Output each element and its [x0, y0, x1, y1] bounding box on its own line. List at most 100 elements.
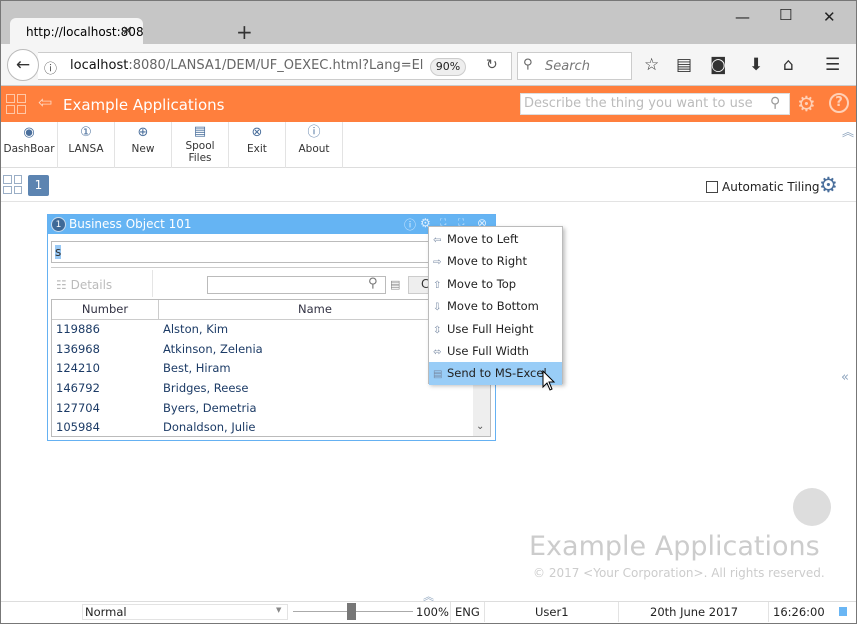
zoom-value: 100% — [416, 605, 449, 619]
date: 20th June 2017 — [650, 605, 739, 619]
menu-item-label: Use Full Width — [447, 343, 529, 358]
toolbar-label: DashBoar — [3, 143, 55, 155]
menu-item-icon: ⇦ — [433, 235, 442, 246]
menu-item-use-full-height[interactable]: ⇳ Use Full Height — [429, 318, 562, 340]
menu-item-label: Send to MS-Excel — [447, 366, 547, 381]
table-row[interactable]: 119886 Alston, Kim — [52, 320, 490, 340]
scroll-down-icon[interactable]: ⌄ — [476, 421, 484, 432]
url-host: localhost — [70, 58, 129, 73]
menu-item-use-full-width[interactable]: ⬄ Use Full Width — [429, 340, 562, 362]
business-object-search-input[interactable]: s — [51, 241, 491, 263]
menu-item-icon: ▤ — [433, 369, 443, 381]
table-row[interactable]: 127704 Byers, Demetria — [52, 399, 490, 419]
automatic-tiling-label[interactable]: Automatic Tiling — [722, 180, 820, 194]
zoom-badge[interactable]: 90% — [430, 58, 466, 76]
watermark-copyright: © 2017 <Your Corporation>. All rights re… — [533, 566, 825, 580]
toolbar-exit[interactable]: ⊗ Exit — [229, 122, 286, 168]
menu-item-label: Use Full Height — [447, 321, 534, 336]
new-tab-button[interactable]: + — [236, 20, 253, 44]
menu-icon[interactable]: ☰ — [825, 55, 840, 75]
info-icon[interactable]: ⓘ — [44, 58, 57, 77]
table-row[interactable]: 136968 Atkinson, Zelenia — [52, 340, 490, 360]
results-grid: Number Name 119886 Alston, Kim 136968 Atkin… — [51, 299, 491, 437]
details-button[interactable]: ☷ Details — [56, 278, 112, 292]
close-window-button[interactable]: ✕ — [823, 8, 836, 26]
url-path: :8080/LANSA1/DEM/UF_OEXEC.html?Lang=El — [128, 58, 424, 73]
toolbar-spool-files[interactable]: ▤ Spool Files — [172, 122, 229, 168]
time: 16:26:00 — [773, 605, 825, 619]
details-label: Details — [70, 278, 113, 292]
toolbar-dashboard[interactable]: ◉ DashBoar — [1, 122, 58, 168]
back-arrow-icon[interactable]: ⇦ — [38, 93, 52, 113]
app-title: Example Applications — [63, 96, 225, 114]
instance-badge[interactable]: 1 — [28, 175, 49, 196]
help-icon[interactable]: ⓘ — [404, 216, 416, 233]
back-button[interactable]: ← — [7, 49, 39, 81]
search-value: s — [55, 245, 62, 259]
bookmark-star-icon[interactable]: ☆ — [644, 55, 659, 75]
menu-item-icon: ⬄ — [433, 346, 442, 358]
cell-number: 136968 — [56, 341, 100, 356]
watermark-title: Example Applications — [529, 531, 820, 562]
menu-item-move-to-bottom[interactable]: ⇩ Move to Bottom — [429, 295, 562, 317]
toolbar-about[interactable]: ⓘ About — [286, 122, 343, 168]
info-icon: ⓘ — [307, 125, 321, 140]
menu-item-label: Move to Bottom — [447, 299, 539, 314]
menu-item-label: Move to Left — [447, 232, 519, 246]
print-icon[interactable]: ▤ — [390, 278, 400, 291]
automatic-tiling-checkbox[interactable] — [706, 181, 718, 193]
toolbar-label: About — [298, 143, 330, 155]
cell-name: Bridges, Reese — [163, 381, 249, 396]
app-grid-icon[interactable] — [6, 94, 26, 114]
divider — [51, 267, 491, 268]
business-object-number-icon: 1 — [51, 217, 66, 232]
search-icon[interactable]: ⚲ — [770, 95, 780, 111]
toolbar-label: Exit — [247, 143, 267, 155]
cell-number: 105984 — [56, 420, 100, 435]
table-row[interactable]: 124210 Best, Hiram — [52, 359, 490, 379]
menu-item-move-to-left[interactable]: ⇦ Move to Left — [429, 228, 562, 250]
menu-item-label: Move to Right — [447, 254, 527, 269]
menu-item-icon: ⇧ — [433, 279, 442, 291]
settings-gear-icon[interactable]: ⚙ — [797, 92, 816, 116]
dropdown-arrow-icon[interactable]: ▼ — [276, 606, 281, 614]
pocket-icon[interactable]: ◙ — [710, 55, 727, 75]
tile-grid-icon[interactable] — [3, 175, 22, 194]
url-text[interactable]: localhost:8080/LANSA1/DEM/UF_OEXEC.html?… — [70, 58, 423, 73]
menu-item-move-to-right[interactable]: ⇨ Move to Right — [429, 250, 562, 272]
cell-name: Alston, Kim — [163, 322, 229, 336]
table-row[interactable]: 146792 Bridges, Reese — [52, 379, 490, 399]
app-toolbar: ◉ DashBoar ① LANSA ⊕ New ▤ Spool Files ⊗ Exit… — [1, 122, 856, 168]
status-indicator — [839, 607, 847, 616]
grid-search-input[interactable] — [207, 276, 386, 294]
describe-search-input[interactable]: Describe the thing you want to use — [520, 93, 790, 115]
home-icon[interactable]: ⌂ — [783, 55, 794, 75]
collapse-up-icon[interactable]: ︽ — [842, 123, 854, 140]
cell-number: 146792 — [56, 381, 100, 396]
menu-item-icon: ⇳ — [433, 324, 442, 336]
close-tab-icon[interactable]: ✕ — [122, 24, 133, 39]
column-header-name[interactable]: Name — [159, 300, 471, 319]
toolbar-lansa[interactable]: ① LANSA — [58, 122, 115, 168]
close-circle-icon: ⊗ — [251, 125, 263, 140]
collapse-left-icon[interactable]: « — [841, 370, 849, 385]
workspace-gear-icon[interactable]: ⚙ — [819, 173, 838, 197]
menu-item-move-to-top[interactable]: ⇧ Move to Top — [429, 273, 562, 295]
cell-name: Best, Hiram — [163, 361, 231, 376]
reading-list-icon[interactable]: ▤ — [676, 55, 692, 75]
zoom-slider-thumb[interactable] — [346, 603, 356, 620]
search-icon[interactable]: ⚲ — [368, 276, 378, 291]
help-icon[interactable]: ? — [829, 93, 849, 113]
minimize-button[interactable]: — — [735, 8, 750, 26]
reload-icon[interactable]: ↻ — [486, 57, 498, 73]
mode-select[interactable]: Normal — [82, 604, 288, 620]
cell-number: 119886 — [56, 322, 100, 336]
toolbar-new[interactable]: ⊕ New — [115, 122, 172, 168]
download-icon[interactable]: ⬇ — [749, 55, 763, 75]
divider — [152, 270, 153, 297]
context-menu: ⇦ Move to Left ⇨ Move to Right ⇧ Move to Top ⇩… — [428, 226, 563, 385]
cell-name: Donaldson, Julie — [163, 420, 256, 435]
column-header-number[interactable]: Number — [52, 300, 159, 319]
table-row[interactable]: 105984 Donaldson, Julie — [52, 418, 490, 436]
maximize-button[interactable]: ☐ — [779, 6, 792, 24]
